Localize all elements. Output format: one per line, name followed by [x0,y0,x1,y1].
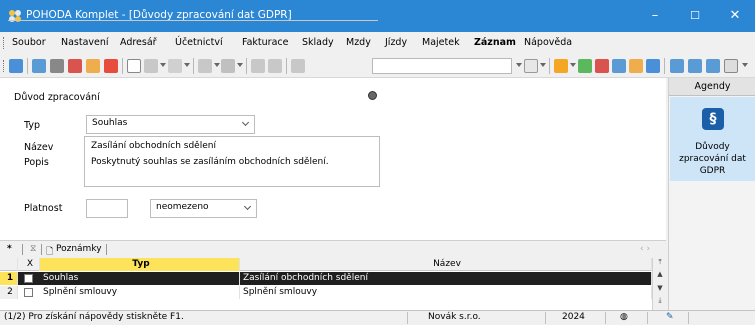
typ-value: Souhlas [92,118,128,128]
cell-typ: Souhlas [40,272,240,285]
status-bar: (1/2) Pro získání nápovědy stiskněte F1.… [0,310,755,325]
group-toggle-icon[interactable] [368,91,377,100]
row-checkbox[interactable] [24,274,33,283]
records-table: X Typ Název 1 Souhlas Zasílání obchodníc… [0,258,666,310]
status-lock-icon: ◍ [620,312,628,322]
table-header: X Typ Název [0,258,652,271]
group-label: Důvod zpracování [10,92,104,103]
popis-value[interactable]: Poskytnutý souhlas se zasíláním obchodní… [91,157,329,167]
users-icon[interactable] [629,59,643,73]
filter-icon[interactable] [524,59,538,73]
nazev-label: Název [24,142,54,153]
status-hint: (1/2) Pro získání nápovědy stiskněte F1. [4,312,184,322]
help-icon[interactable] [724,59,738,73]
filter-tab-icon[interactable]: ⧖ [30,244,36,254]
row-number: 2 [0,286,18,299]
nazev-popis-fields[interactable]: Zasílání obchodních sdělení Poskytnutý s… [84,136,380,187]
agendy-panel: Agendy § Důvody zpracování dat GDPR [668,78,755,310]
platnost-option: neomezeno [156,202,209,212]
cell-typ: Splnění smlouvy [40,286,240,299]
minimize-button[interactable]: – [635,0,675,32]
status-year: 2024 [562,312,585,322]
report-icon[interactable] [595,59,609,73]
scroll-bottom-icon[interactable]: ⤓ [653,296,667,305]
maximize-button[interactable]: ☐ [675,0,715,32]
menu-napoveda[interactable]: Nápověda [524,37,572,48]
status-company: Novák s.r.o. [428,312,481,322]
layout-icon[interactable] [688,59,702,73]
gdpr-paragraph-icon[interactable]: § [702,108,724,130]
calculator-icon[interactable] [646,59,660,73]
platnost-select[interactable]: neomezeno [150,199,257,218]
table-row[interactable]: 1 Souhlas Zasílání obchodních sdělení [0,272,652,285]
col-header-nazev[interactable]: Název [240,258,652,271]
agendy-item-line1: Důvody [695,142,730,152]
menu-grip [3,37,5,49]
agendy-item-line3: GDPR [699,166,726,176]
row-number: 1 [0,272,18,285]
cell-nazev: Zasílání obchodních sdělení [240,272,652,285]
menu-majetek[interactable]: Majetek [422,37,460,48]
tab-nav-arrows[interactable]: ‹ › [640,244,650,254]
platnost-input[interactable] [86,199,128,218]
menu-zaznam[interactable]: Záznam [474,37,516,48]
chevron-down-icon [243,202,252,211]
platnost-label: Platnost [24,203,63,214]
nazev-value[interactable]: Zasílání obchodních sdělení [91,141,216,151]
grid-scrollbar[interactable]: ⤒ ▲ ▼ ⤓ [652,258,666,310]
detail-tabs: * ⧖ 🗋 Poznámky ‹ › [0,240,666,258]
popis-label: Popis [24,157,49,168]
typ-select[interactable]: Souhlas [86,115,255,134]
scroll-top-icon[interactable]: ⤒ [653,258,667,267]
chevron-down-icon [241,118,250,127]
col-header-x[interactable]: X [18,258,40,271]
panel-icon[interactable] [706,59,720,73]
tab-star[interactable]: * [7,244,12,254]
col-header-typ[interactable]: Typ [40,258,240,271]
agendy-header: Agendy [669,78,755,96]
calendar-icon[interactable] [612,59,626,73]
typ-label: Typ [24,120,40,131]
status-pen-icon: ✎ [666,312,674,322]
quick-search-input[interactable] [372,58,512,74]
row-checkbox[interactable] [24,288,33,297]
cell-nazev: Splnění smlouvy [240,286,652,299]
folder-icon[interactable] [554,59,568,73]
scroll-up-icon[interactable]: ▲ [653,270,667,278]
close-button[interactable]: ✕ [715,0,755,32]
tab-poznamky[interactable]: Poznámky [56,244,102,254]
window-icon[interactable] [670,59,684,73]
agendy-item-line2: zpracování dat [679,154,746,164]
menu-jizdy[interactable]: Jízdy [385,37,407,48]
table-icon[interactable] [578,59,592,73]
scroll-down-icon[interactable]: ▼ [653,284,667,292]
table-row[interactable]: 2 Splnění smlouvy Splnění smlouvy [0,286,652,299]
